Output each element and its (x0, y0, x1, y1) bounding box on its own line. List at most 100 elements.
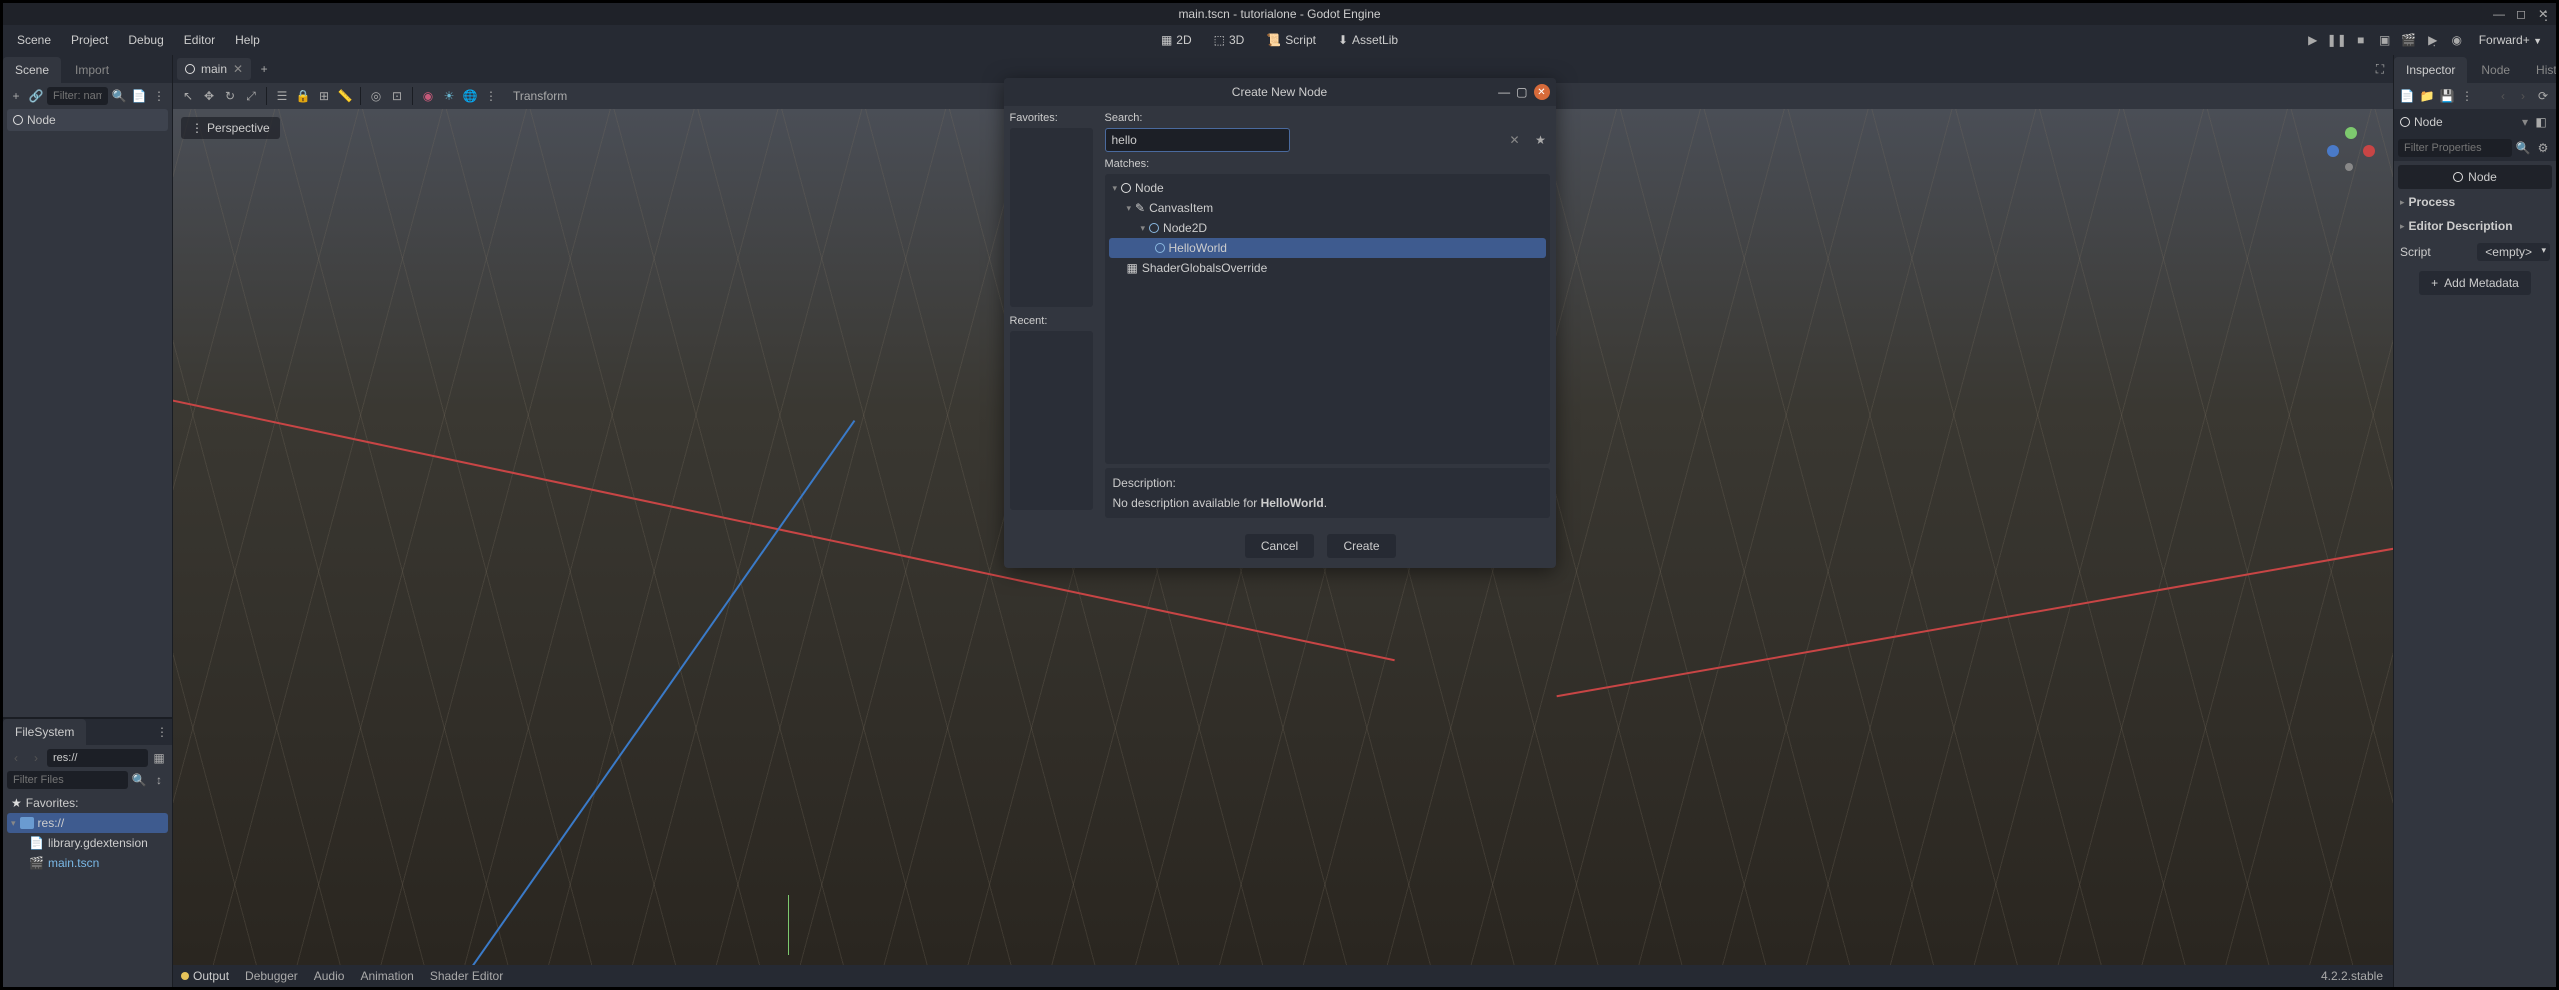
search-icon[interactable]: 🔍 (110, 87, 128, 105)
dialog-minimize-icon[interactable]: — (1498, 85, 1510, 99)
distraction-free-icon[interactable]: ⛶ (2371, 60, 2389, 78)
move-tool[interactable]: ✥ (200, 87, 218, 105)
tab-scene[interactable]: Scene (3, 57, 61, 83)
gizmo-y[interactable] (2345, 127, 2357, 139)
tree-helloworld[interactable]: HelloWorld (1109, 238, 1546, 258)
mode-3d[interactable]: ⬚3D (1204, 29, 1255, 51)
gizmo-x[interactable] (2363, 145, 2375, 157)
output-panel-button[interactable]: Output (181, 969, 229, 983)
debugger-panel-button[interactable]: Debugger (245, 969, 298, 983)
tab-close-icon[interactable]: ✕ (233, 62, 243, 76)
audio-panel-button[interactable]: Audio (314, 969, 345, 983)
gizmo-neg[interactable] (2345, 163, 2353, 171)
scene-menu-icon[interactable]: ⋮ (150, 87, 168, 105)
tab-filesystem[interactable]: FileSystem (3, 719, 86, 745)
insp-back-button[interactable]: ‹ (2494, 87, 2512, 105)
insp-new-button[interactable]: 📄 (2398, 87, 2416, 105)
list-tool[interactable]: ☰ (273, 87, 291, 105)
transform-menu[interactable]: Transform (503, 89, 577, 103)
ruler-tool[interactable]: 📏 (336, 87, 354, 105)
search-input[interactable] (1105, 128, 1290, 152)
script-value[interactable]: <empty>▾ (2477, 243, 2550, 261)
scene-root-node[interactable]: Node (7, 109, 168, 131)
property-filter-input[interactable] (2398, 139, 2512, 157)
file-filter-input[interactable] (7, 771, 128, 789)
insp-refresh-button[interactable]: ⟳ (2534, 87, 2552, 105)
dialog-maximize-icon[interactable]: ▢ (1516, 85, 1527, 99)
favorite-toggle-icon[interactable]: ★ (1532, 131, 1550, 149)
recent-list[interactable] (1010, 331, 1093, 510)
tree-node[interactable]: ▾Node (1109, 178, 1546, 198)
tab-node[interactable]: Node (2469, 57, 2522, 83)
scale-tool[interactable]: ⤢ (242, 87, 260, 105)
dialog-close-icon[interactable]: ✕ (1534, 84, 1550, 100)
env-tool[interactable]: 🌐 (461, 87, 479, 105)
select-tool[interactable]: ↖ (179, 87, 197, 105)
matches-tree[interactable]: ▾Node ▾✎CanvasItem ▾Node2D HelloWorld ▦S… (1105, 174, 1550, 464)
gizmo-z[interactable] (2327, 145, 2339, 157)
section-process[interactable]: ▸Process (2398, 191, 2552, 213)
movie-button[interactable]: ◉ (2447, 30, 2467, 50)
mode-2d[interactable]: ▦2D (1151, 29, 1202, 51)
section-editor-desc[interactable]: ▸Editor Description (2398, 215, 2552, 237)
file-item[interactable]: 🎬main.tscn (7, 853, 168, 873)
perspective-menu[interactable]: ⋮Perspective (181, 117, 280, 139)
toolbar-menu-icon[interactable]: ⋮ (482, 87, 500, 105)
scene-filter-input[interactable] (47, 87, 108, 105)
maximize-icon[interactable]: ◻ (2514, 7, 2528, 21)
create-button[interactable]: Create (1327, 534, 1395, 558)
dialog-titlebar[interactable]: Create New Node — ▢ ✕ (1004, 78, 1556, 106)
minimize-icon[interactable]: — (2492, 7, 2506, 21)
tree-shaderglobals[interactable]: ▦ShaderGlobalsOverride (1109, 258, 1546, 278)
local-tool[interactable]: ◎ (367, 87, 385, 105)
lock-tool[interactable]: 🔒 (294, 87, 312, 105)
rotate-tool[interactable]: ↻ (221, 87, 239, 105)
tab-inspector[interactable]: Inspector (2394, 57, 2467, 83)
renderer-select[interactable]: Forward+ ▼ (2471, 33, 2550, 47)
play-button[interactable]: ▶ (2303, 30, 2323, 50)
menu-scene[interactable]: Scene (9, 29, 59, 51)
prop-settings-icon[interactable]: ⚙ (2534, 139, 2552, 157)
path-input[interactable] (47, 749, 148, 767)
snap-tool[interactable]: ⊡ (388, 87, 406, 105)
grid-view-button[interactable]: ▦ (150, 749, 168, 767)
fs-root-folder[interactable]: ▾res:// (7, 813, 168, 833)
insp-menu-icon[interactable]: ⋮ (2458, 87, 2476, 105)
animation-panel-button[interactable]: Animation (360, 969, 413, 983)
add-node-button[interactable]: + (7, 87, 25, 105)
favorites-list[interactable] (1010, 128, 1093, 307)
menu-debug[interactable]: Debug (120, 29, 171, 51)
menu-editor[interactable]: Editor (176, 29, 223, 51)
inspector-node-select[interactable]: Node ▾ ◧ (2396, 109, 2554, 135)
file-item[interactable]: 📄library.gdextension (7, 833, 168, 853)
cancel-button[interactable]: Cancel (1245, 534, 1314, 558)
play-custom-button[interactable]: ▶̣ (2423, 30, 2443, 50)
sort-button[interactable]: ↕ (150, 771, 168, 789)
tab-history[interactable]: History (2524, 57, 2556, 83)
add-metadata-button[interactable]: +Add Metadata (2419, 271, 2531, 295)
nav-back-button[interactable]: ‹ (7, 749, 25, 767)
insp-extra-button[interactable]: ◧ (2532, 113, 2550, 131)
script-attach-button[interactable]: 📄 (130, 87, 148, 105)
insp-save-button[interactable]: 💾 (2438, 87, 2456, 105)
file-search-icon[interactable]: 🔍 (130, 771, 148, 789)
script-property[interactable]: Script<empty>▾ (2398, 239, 2552, 265)
group-tool[interactable]: ⊞ (315, 87, 333, 105)
tab-import[interactable]: Import (63, 57, 121, 83)
pause-button[interactable]: ❚❚ (2327, 30, 2347, 50)
insp-load-button[interactable]: 📁 (2418, 87, 2436, 105)
orientation-gizmo[interactable] (2327, 127, 2375, 175)
shader-panel-button[interactable]: Shader Editor (430, 969, 503, 983)
add-tab-button[interactable]: + (255, 60, 273, 78)
fs-dock-menu-icon[interactable]: ⋮ (156, 725, 168, 739)
camera-tool[interactable]: ◉ (419, 87, 437, 105)
scene-tab[interactable]: main ✕ (177, 58, 251, 80)
clear-search-icon[interactable]: ✕ (1508, 133, 1522, 147)
menu-help[interactable]: Help (227, 29, 268, 51)
tree-node2d[interactable]: ▾Node2D (1109, 218, 1546, 238)
remote-button[interactable]: ▣ (2375, 30, 2395, 50)
mode-script[interactable]: 📜Script (1256, 29, 1326, 51)
menu-project[interactable]: Project (63, 29, 116, 51)
prop-search-icon[interactable]: 🔍 (2514, 139, 2532, 157)
mode-assetlib[interactable]: ⬇AssetLib (1328, 29, 1408, 51)
